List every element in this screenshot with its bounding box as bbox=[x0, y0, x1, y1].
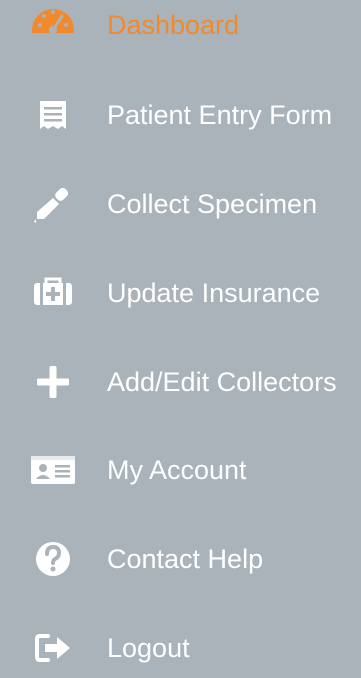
tachometer-icon bbox=[28, 0, 78, 55]
sidebar-item-patient-entry-form[interactable]: Patient Entry Form bbox=[0, 85, 361, 145]
sidebar-item-collect-specimen[interactable]: Collect Specimen bbox=[0, 174, 361, 234]
sidebar-item-my-account[interactable]: My Account bbox=[0, 440, 361, 500]
plus-icon bbox=[28, 352, 78, 412]
sign-out-icon bbox=[28, 618, 78, 678]
sidebar-item-label: Dashboard bbox=[107, 10, 240, 40]
sidebar-item-label: Logout bbox=[107, 633, 190, 663]
sidebar-item-add-edit-collectors[interactable]: Add/Edit Collectors bbox=[0, 352, 361, 412]
receipt-icon bbox=[28, 85, 78, 145]
eyedropper-icon bbox=[28, 174, 78, 234]
sidebar-item-label: Patient Entry Form bbox=[107, 100, 333, 130]
sidebar-nav: Dashboard Patient Entry Form Collect Spe… bbox=[0, 0, 361, 668]
sidebar-item-label: Contact Help bbox=[107, 544, 264, 574]
sidebar-item-update-insurance[interactable]: Update Insurance bbox=[0, 263, 361, 323]
sidebar-item-label: Add/Edit Collectors bbox=[107, 367, 337, 397]
id-card-icon bbox=[28, 440, 78, 500]
sidebar-item-label: Update Insurance bbox=[107, 278, 321, 308]
sidebar-item-label: Collect Specimen bbox=[107, 189, 318, 219]
question-circle-icon bbox=[28, 529, 78, 589]
sidebar-item-label: My Account bbox=[107, 455, 247, 485]
sidebar-item-logout[interactable]: Logout bbox=[0, 618, 361, 678]
medkit-icon bbox=[28, 263, 78, 323]
sidebar-item-dashboard[interactable]: Dashboard bbox=[0, 0, 361, 55]
sidebar-item-contact-help[interactable]: Contact Help bbox=[0, 529, 361, 589]
